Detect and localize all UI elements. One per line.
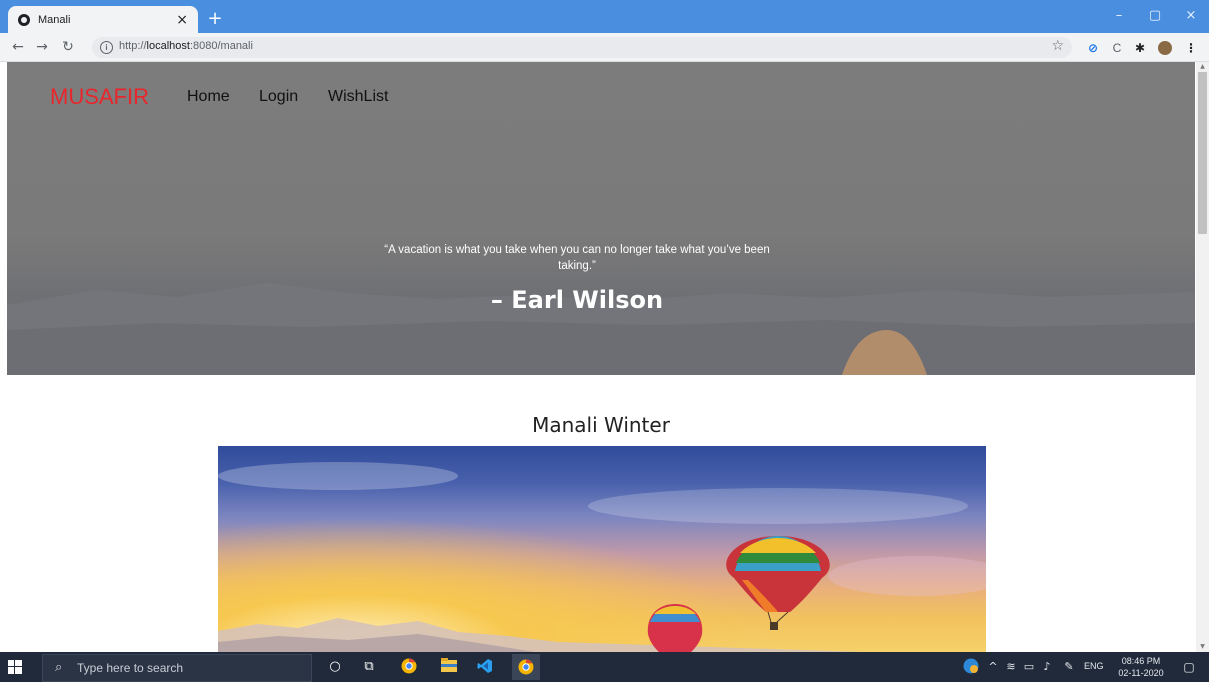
- scroll-up-arrow-icon[interactable]: ▲: [1196, 62, 1209, 72]
- brand-logo[interactable]: MUSAFIR: [50, 84, 149, 110]
- puzzle-icon[interactable]: ✱: [1133, 41, 1147, 55]
- battery-icon[interactable]: ▭: [1020, 658, 1038, 676]
- nav-login-link[interactable]: Login: [259, 88, 298, 106]
- hero-quote: “A vacation is what you take when you ca…: [384, 244, 770, 272]
- reload-button[interactable]: ↻: [58, 37, 78, 57]
- color-picker-icon[interactable]: ⊘: [1086, 41, 1100, 55]
- nav-home-link[interactable]: Home: [187, 88, 230, 106]
- taskbar-search-box[interactable]: ⌕ Type here to search: [42, 654, 312, 682]
- globe-icon: [18, 13, 30, 26]
- vscode-icon[interactable]: [476, 658, 494, 676]
- manali-winter-photo: [218, 446, 986, 652]
- tab-title: Manali: [38, 13, 71, 26]
- hot-air-balloons-image: [218, 462, 986, 652]
- close-window-button[interactable]: ×: [1173, 6, 1209, 26]
- tray-overflow-icon[interactable]: ^: [984, 658, 1002, 676]
- maximize-button[interactable]: ▢: [1137, 6, 1173, 26]
- new-tab-button[interactable]: +: [204, 8, 226, 30]
- extension-c-icon[interactable]: C: [1110, 41, 1124, 55]
- notification-center-icon[interactable]: ▢: [1180, 658, 1198, 676]
- volume-icon[interactable]: ♪: [1038, 658, 1056, 676]
- windows-start-icon[interactable]: [8, 660, 22, 674]
- task-view-icon[interactable]: ⧉: [360, 658, 378, 676]
- quote-author: – Earl Wilson: [490, 286, 664, 314]
- clock-time[interactable]: 08:46 PM: [1114, 656, 1168, 666]
- bookmark-star-icon[interactable]: ☆: [1051, 38, 1064, 54]
- browser-tab-strip: Manali × + – ▢ ×: [0, 0, 1209, 33]
- hero-banner: MUSAFIR Home Login WishList “A vacation …: [7, 62, 1195, 375]
- chrome-taskbar-icon[interactable]: [400, 658, 418, 676]
- language-indicator[interactable]: ENG: [1084, 661, 1104, 671]
- small-balloon: [647, 604, 703, 652]
- page-viewport: MUSAFIR Home Login WishList “A vacation …: [7, 62, 1195, 652]
- scrollbar-thumb[interactable]: [1198, 72, 1207, 234]
- wifi-icon[interactable]: ≋: [1002, 658, 1020, 676]
- windows-taskbar: ⌕ Type here to search ○ ⧉ ^ ≋ ▭ ♪ ✎ ENG …: [0, 652, 1209, 682]
- back-button[interactable]: ←: [8, 37, 28, 57]
- browser-toolbar: ← → ↻ i http://localhost:8080/manali ☆ ⊘…: [0, 33, 1209, 62]
- section-title: Manali Winter: [532, 413, 670, 437]
- forward-button[interactable]: →: [32, 37, 52, 57]
- search-icon: ⌕: [55, 660, 63, 675]
- page-scrollbar[interactable]: ▲ ▼: [1196, 62, 1209, 652]
- search-placeholder: Type here to search: [77, 661, 184, 675]
- file-explorer-icon[interactable]: [440, 658, 458, 676]
- help-icon[interactable]: [962, 658, 980, 676]
- profile-avatar-icon[interactable]: [1158, 41, 1172, 55]
- scroll-down-arrow-icon[interactable]: ▼: [1196, 642, 1209, 652]
- pen-icon[interactable]: ✎: [1060, 658, 1078, 676]
- clock-date[interactable]: 02-11-2020: [1114, 668, 1168, 678]
- info-icon[interactable]: i: [100, 41, 113, 54]
- minimize-button[interactable]: –: [1101, 6, 1137, 26]
- address-bar[interactable]: i http://localhost:8080/manali ☆: [92, 37, 1072, 58]
- nav-wishlist-link[interactable]: WishList: [328, 88, 388, 106]
- large-balloon: [726, 536, 830, 630]
- cortana-icon[interactable]: ○: [326, 658, 344, 676]
- tab-close-icon[interactable]: ×: [176, 13, 188, 27]
- browser-tab[interactable]: Manali ×: [8, 6, 198, 33]
- chrome-active-taskbar-icon[interactable]: [512, 654, 540, 680]
- url-text: http://localhost:8080/manali: [119, 40, 253, 52]
- menu-icon[interactable]: ⋮: [1184, 41, 1198, 55]
